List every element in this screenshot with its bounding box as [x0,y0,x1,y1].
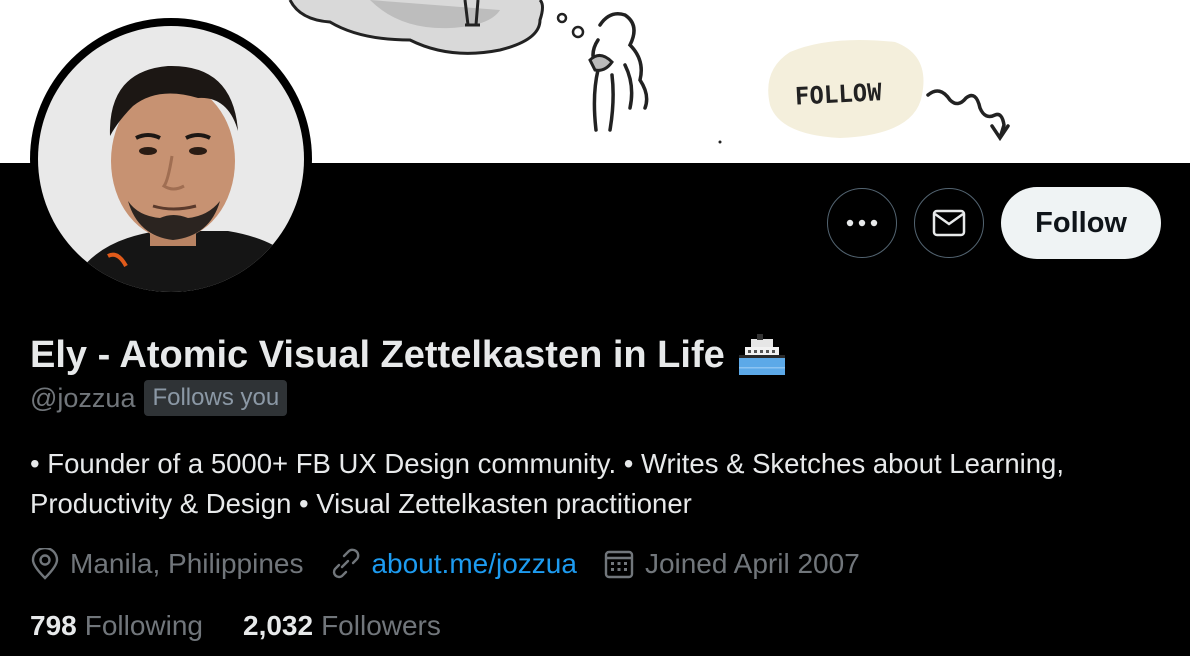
location-pin-icon [31,548,59,580]
profile-bio: • Founder of a 5000+ FB UX Design commun… [30,448,1064,519]
ship-icon [738,334,785,375]
following-count: 798 [30,610,77,641]
banner-follow-text: FOLLOW [794,78,883,111]
calendar-icon [604,550,634,579]
profile-actions: Follow [827,187,1161,259]
location-item: Manila, Philippines [30,548,303,580]
website-item[interactable]: about.me/jozzua [329,548,577,580]
followers-stat[interactable]: 2,032 Followers [243,610,441,642]
link-icon [333,548,360,579]
profile-meta: Manila, Philippines about.me/jozzua Join… [30,548,886,580]
joined-item: Joined April 2007 [603,548,860,580]
more-options-button[interactable] [827,188,898,258]
handle-row: @jozzua Follows you [30,380,288,416]
following-stat[interactable]: 798 Following [30,610,203,642]
display-name: Ely - Atomic Visual Zettelkasten in Life [30,333,787,377]
follows-you-badge: Follows you [144,380,288,416]
following-label: Following [84,610,203,641]
follow-button[interactable]: Follow [1001,187,1161,259]
followers-count: 2,032 [243,610,314,641]
envelope-icon [932,209,966,237]
profile-avatar[interactable] [30,18,312,300]
profile-stats: 798 Following 2,032 Followers [30,610,481,642]
user-handle: @jozzua [30,382,136,413]
joined-text: Joined April 2007 [644,548,860,579]
display-name-text: Ely - Atomic Visual Zettelkasten in Life [30,333,725,376]
website-link[interactable]: about.me/jozzua [371,548,576,580]
followers-label: Followers [321,610,441,641]
avatar-photo [38,26,304,292]
more-horizontal-icon [846,219,878,227]
location-text: Manila, Philippines [70,548,304,579]
message-button[interactable] [914,188,985,258]
